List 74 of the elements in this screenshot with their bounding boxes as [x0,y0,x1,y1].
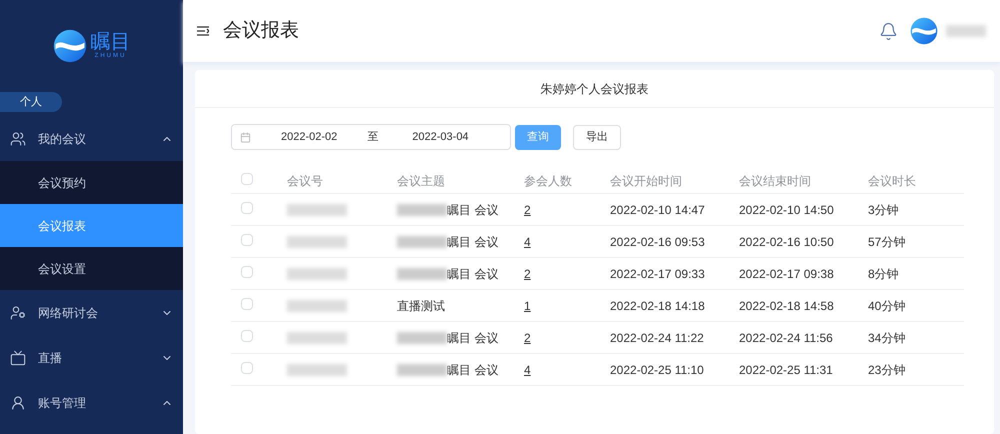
logo-icon [52,29,86,63]
table-cell: 8分钟 [868,266,899,280]
column-header: 会议号 [287,172,324,190]
redacted-blur [397,204,447,216]
table-cell: 2022-02-24 11:22 [610,330,704,344]
submenu-item[interactable]: 会议预约 [0,161,183,204]
checkbox[interactable] [241,202,253,214]
end-date: 2022-03-04 [412,130,469,145]
table-cell: 34分钟 [868,330,906,344]
start-date: 2022-02-02 [281,130,338,145]
submenu-item[interactable]: 会议设置 [0,247,183,290]
redacted-blur [287,204,347,216]
table-cell: 2022-02-16 10:50 [739,234,834,248]
participants-link[interactable]: 4 [524,362,531,376]
table-cell: 2022-02-17 09:38 [739,266,834,280]
logo-icon [910,17,938,45]
bell-icon[interactable] [879,22,898,40]
menu-item[interactable]: 我的会议 [0,116,183,161]
table-cell-text: 直播测试 [397,298,445,314]
table-cell: 3分钟 [868,202,899,216]
checkbox[interactable] [241,362,253,374]
table-cell-text: 瞩目 会议 [447,330,498,346]
table-cell: 2022-02-17 09:33 [610,266,705,280]
column-header: 会议时长 [868,172,917,190]
column-header: 会议主题 [397,172,446,190]
table-cell-text: 瞩目 会议 [447,266,498,282]
export-button[interactable]: 导出 [573,124,621,150]
table-cell-text: 瞩目 会议 [447,234,498,250]
table-cell: 57分钟 [868,234,906,248]
redacted-blur [287,268,347,280]
column-header: 参会人数 [524,172,573,190]
menu-item[interactable]: 账号管理 [0,380,183,425]
table-cell: 2022-02-10 14:47 [610,202,705,216]
date-range-field[interactable]: 2022-02-02 至 2022-03-04 [231,124,511,150]
redacted-blur [397,268,447,280]
participants-link[interactable]: 4 [524,234,531,248]
redacted-blur [397,364,447,376]
table-cell: 23分钟 [868,362,906,376]
redacted-blur [397,236,447,248]
section-pill: 个人 [0,92,62,112]
table-cell-text: 瞩目 会议 [447,362,498,378]
checkbox[interactable] [241,266,253,278]
redacted-blur [287,364,347,376]
participants-link[interactable]: 2 [524,330,531,344]
checkbox[interactable] [241,330,253,342]
participants-link[interactable]: 1 [524,298,531,312]
checkbox[interactable] [241,172,253,184]
table-cell: 2022-02-18 14:18 [610,298,705,312]
redacted-blur [287,236,347,248]
table-cell-text: 瞩目 会议 [447,202,498,218]
checkbox[interactable] [241,298,253,310]
table-cell: 2022-02-10 14:50 [739,202,834,216]
page-title: 会议报表 [223,18,299,43]
range-separator: 至 [367,130,378,145]
participants-link[interactable]: 2 [524,266,531,280]
checkbox[interactable] [241,234,253,246]
table-cell: 2022-02-25 11:31 [739,362,833,376]
redacted-blur [287,332,347,344]
table-cell: 40分钟 [868,298,906,312]
table-cell: 2022-02-18 14:58 [739,298,834,312]
logo-text: 瞩目 [90,32,130,52]
table-cell: 2022-02-25 11:10 [610,362,704,376]
report-title: 朱婷婷个人会议报表 [540,80,648,98]
column-header: 会议结束时间 [739,172,812,190]
table-cell: 2022-02-16 09:53 [610,234,705,248]
username-blur [946,25,986,37]
participants-link[interactable]: 2 [524,202,531,216]
redacted-blur [287,300,347,312]
menu-item[interactable]: 直播 [0,335,183,380]
menu-item[interactable]: 网络研讨会 [0,290,183,335]
redacted-blur [397,332,447,344]
calendar-icon [240,132,251,142]
column-header: 会议开始时间 [610,172,683,190]
table-cell: 2022-02-24 11:56 [739,330,833,344]
